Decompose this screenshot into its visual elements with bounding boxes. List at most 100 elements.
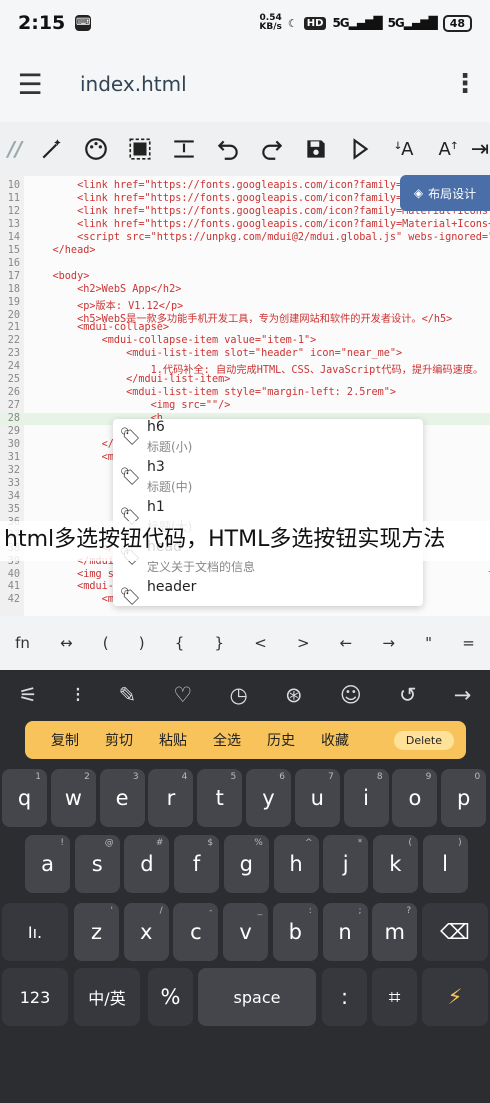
arrow-right-icon[interactable]: → — [454, 683, 472, 707]
code-line[interactable]: 21 <mdui-collapse> — [0, 322, 169, 334]
exit-icon[interactable]: ⇥ — [470, 122, 490, 176]
key-r[interactable]: r4 — [148, 769, 194, 827]
more-vertical-icon[interactable]: ⋮ — [440, 69, 490, 99]
key-h[interactable]: h ^ — [273, 835, 319, 893]
hamburger-menu-icon[interactable]: ☰ — [0, 46, 60, 122]
translate-icon[interactable]: ⊛ — [285, 683, 303, 707]
code-line[interactable]: 16 — [0, 258, 28, 270]
numbers-key[interactable]: 123 — [2, 968, 68, 1026]
key-c[interactable]: c- — [173, 903, 219, 961]
redo-icon[interactable] — [250, 122, 294, 176]
key-m[interactable]: m? — [372, 903, 418, 961]
run-play-icon[interactable] — [338, 122, 382, 176]
key-d[interactable]: d # — [124, 835, 170, 893]
font-size-increase-icon[interactable]: Aꜛ — [426, 122, 470, 176]
symbol-key[interactable]: } — [215, 634, 225, 652]
space-key[interactable]: space — [198, 968, 316, 1026]
code-line[interactable]: 10 <link href="https://fonts.googleapis.… — [0, 180, 427, 192]
colon-key[interactable]: : — [322, 968, 367, 1026]
clipboard-delete-button[interactable]: Delete — [393, 730, 454, 750]
key-z[interactable]: z ' — [74, 903, 119, 961]
code-line[interactable]: 14 <script src="https://unpkg.com/mdui@2… — [0, 232, 490, 244]
code-line[interactable]: 29 — [0, 426, 28, 438]
eraser-key[interactable]: ⌗ — [372, 968, 417, 1026]
cursor-icon[interactable]: ⁝ — [75, 683, 82, 707]
code-line[interactable]: 32 — [0, 465, 28, 477]
code-line[interactable]: 19 <p>版本: V1.12</p> — [0, 297, 184, 312]
language-toggle-key[interactable]: 中/英 — [74, 968, 140, 1026]
shift-key[interactable]: Iı. — [2, 903, 68, 961]
key-x[interactable]: x / — [123, 903, 169, 961]
code-line[interactable]: 22 <mdui-collapse-item value="item-1"> — [0, 335, 317, 347]
autocomplete-item[interactable]: 🏷 h6 标题(小) — [113, 419, 423, 459]
select-frame-icon[interactable] — [118, 122, 162, 176]
clipboard-action[interactable]: 剪切 — [105, 730, 133, 750]
key-k[interactable]: k( — [372, 835, 418, 893]
key-f[interactable]: f $ — [174, 835, 220, 893]
code-line[interactable]: 20 <h5>WebS是一款多功能手机开发工具，专为创建网站和软件的开发者设计。… — [0, 310, 453, 325]
undo-icon[interactable] — [206, 122, 250, 176]
key-l[interactable]: l) — [422, 835, 468, 893]
code-line[interactable]: 30 </m — [0, 439, 120, 451]
code-line[interactable]: 27 <img src=""/> — [0, 400, 231, 412]
backspace-key[interactable]: ⌫ — [422, 903, 488, 961]
code-line[interactable]: 18 <h2>WebS App</h2> — [0, 284, 182, 296]
symbol-key[interactable]: ← — [340, 634, 353, 652]
symbol-key[interactable]: = — [462, 634, 475, 652]
code-line[interactable]: 13 <link href="https://fonts.googleapis.… — [0, 219, 490, 231]
symbol-key[interactable]: > — [297, 634, 310, 652]
code-line[interactable]: 11 <link href="https://fonts.googleapis.… — [0, 193, 427, 205]
key-a[interactable]: a! — [25, 835, 70, 893]
voice-icon[interactable]: ↺ — [399, 683, 417, 707]
clock-icon[interactable]: ◷ — [229, 683, 247, 707]
key-i[interactable]: i8 — [343, 769, 389, 827]
symbol-key[interactable]: " — [425, 634, 432, 652]
clipboard-action[interactable]: 粘贴 — [159, 730, 187, 750]
align-center-icon[interactable] — [162, 122, 206, 176]
code-line[interactable]: 23 <mdui-list-item slot="header" icon="n… — [0, 348, 402, 360]
code-line[interactable]: 17 <body> — [0, 271, 90, 283]
clipboard-action[interactable]: 全选 — [213, 730, 241, 750]
code-line[interactable]: 31 <md — [0, 452, 120, 464]
key-p[interactable]: p0 — [441, 769, 487, 827]
code-line[interactable]: 24 1.代码补全: 自动完成HTML、CSS、JavaScript代码，提升编… — [0, 361, 484, 376]
code-line[interactable]: 15 </head> — [0, 245, 96, 257]
code-line[interactable]: 41 <mdui-l — [0, 581, 120, 593]
key-t[interactable]: t5 — [197, 769, 243, 827]
palette-icon[interactable] — [74, 122, 118, 176]
font-size-decrease-icon[interactable]: ꜜA — [382, 122, 426, 176]
symbol-key[interactable]: ) — [139, 634, 145, 652]
key-q[interactable]: q1 — [2, 769, 47, 827]
magic-wand-icon[interactable] — [30, 122, 74, 176]
key-u[interactable]: u7 — [294, 769, 340, 827]
key-s[interactable]: s @ — [74, 835, 120, 893]
symbol-key[interactable]: ( — [103, 634, 109, 652]
keyboard-settings-icon[interactable]: ⚟ — [19, 683, 38, 707]
symbol-key[interactable]: < — [254, 634, 267, 652]
code-line[interactable]: 25 </mdui-list-item> — [0, 374, 231, 386]
clipboard-action[interactable]: 历史 — [267, 730, 295, 750]
handwriting-pen-icon[interactable]: ✎ — [119, 683, 137, 707]
heart-icon[interactable]: ♡ — [173, 683, 192, 707]
symbol-toggle-key[interactable]: % — [148, 968, 193, 1026]
key-v[interactable]: v _ — [223, 903, 269, 961]
layout-design-button[interactable]: ◈ 布局设计 — [400, 175, 490, 211]
key-b[interactable]: b: — [272, 903, 318, 961]
code-line[interactable]: 26 <mdui-list-item style="margin-left: 2… — [0, 387, 396, 399]
save-icon[interactable] — [294, 122, 338, 176]
clipboard-action[interactable]: 收藏 — [321, 730, 349, 750]
enter-key[interactable]: ⚡ — [422, 968, 488, 1026]
key-e[interactable]: e3 — [99, 769, 145, 827]
symbol-key[interactable]: { — [175, 634, 185, 652]
clipboard-action[interactable]: 复制 — [51, 730, 79, 750]
symbol-key[interactable]: fn — [15, 634, 30, 652]
key-w[interactable]: w2 — [50, 769, 96, 827]
code-line[interactable]: 35 — [0, 504, 28, 516]
code-line[interactable]: 34 — [0, 491, 28, 503]
key-y[interactable]: y6 — [246, 769, 291, 827]
autocomplete-item[interactable]: 🏷 h3 标题(中) — [113, 459, 423, 499]
symbol-key[interactable]: → — [382, 634, 395, 652]
key-g[interactable]: g% — [223, 835, 269, 893]
key-n[interactable]: n; — [322, 903, 368, 961]
key-j[interactable]: j * — [323, 835, 369, 893]
